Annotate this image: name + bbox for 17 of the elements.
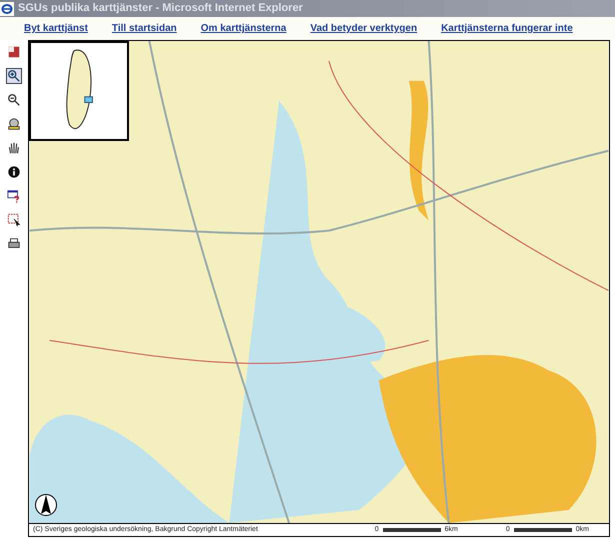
zoom-out-tool[interactable] xyxy=(6,92,22,108)
pan-tool[interactable] xyxy=(6,140,22,156)
scale-bar xyxy=(382,528,441,532)
nav-link[interactable]: Byt karttjänst xyxy=(24,21,88,36)
overview-map[interactable] xyxy=(29,41,129,141)
info-tool[interactable] xyxy=(6,164,22,180)
select-tool[interactable] xyxy=(6,212,22,228)
nav-link[interactable]: Karttjänsterna fungerar inte xyxy=(441,21,573,36)
query-tool[interactable] xyxy=(6,188,22,204)
legend-tool[interactable] xyxy=(6,44,22,60)
scale-bar xyxy=(514,528,572,532)
zoom-in-tool[interactable] xyxy=(6,68,22,84)
window-title: SGUs publika karttjänster - Microsoft Internet Explorer xyxy=(18,1,303,16)
nav-link[interactable]: Om karttjänsterna xyxy=(200,21,286,36)
nav-link[interactable]: Vad betyder verktygen xyxy=(310,21,418,36)
globe-tool[interactable] xyxy=(6,116,22,132)
nav-link[interactable]: Till startsidan xyxy=(112,21,177,36)
